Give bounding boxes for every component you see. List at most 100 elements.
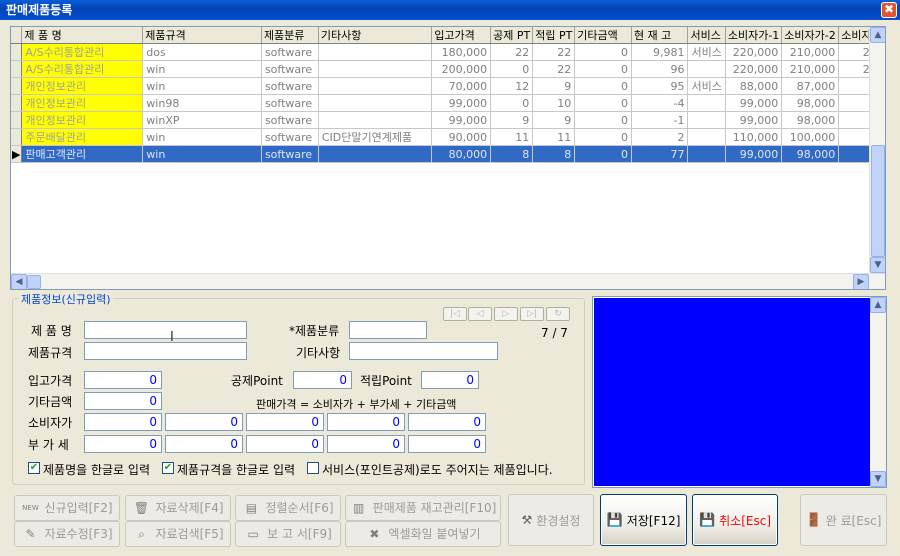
cell-svc[interactable]	[687, 145, 726, 163]
next-record-icon[interactable]: ▷	[494, 307, 518, 321]
cell-note[interactable]	[318, 145, 433, 163]
hangul-name-checkbox[interactable]: ✔	[28, 462, 40, 474]
prev-record-icon[interactable]: ◁	[468, 307, 492, 321]
cell-p2[interactable]: 87,000	[781, 77, 840, 95]
cell-spec[interactable]: win	[142, 60, 262, 78]
stock-management-button[interactable]: ▥ 판매제품 재고관리[F10]	[345, 495, 501, 521]
cell-cat[interactable]: software	[261, 60, 319, 78]
cell-ept[interactable]: 10	[532, 94, 576, 112]
cell-stock[interactable]: -4	[631, 94, 689, 112]
cell-gpt[interactable]: 0	[490, 94, 534, 112]
cell-stock[interactable]: -1	[631, 111, 689, 129]
column-header[interactable]: 서비스	[687, 27, 726, 44]
horizontal-scrollbar[interactable]: ◀ ▶	[11, 273, 885, 289]
cell-p1[interactable]: 220,000	[725, 60, 783, 78]
cell-spec[interactable]: win	[142, 128, 262, 146]
column-header[interactable]: 제 품 명	[21, 27, 144, 44]
cell-svc[interactable]	[687, 111, 726, 129]
cell-p1[interactable]: 88,000	[725, 77, 783, 95]
delete-button[interactable]: 🗑 자료삭제[F4]	[125, 495, 231, 521]
cell-ept[interactable]: 22	[532, 60, 576, 78]
table-row[interactable]: 주문배달관리 win software CID단말기연계제품 90,000 11 11 0 2 1…	[11, 128, 885, 146]
in-price-input[interactable]: 0	[84, 371, 162, 389]
last-record-icon[interactable]: ▷|	[520, 307, 544, 321]
cell-note[interactable]	[318, 77, 433, 95]
cell-ept[interactable]: 8	[532, 145, 576, 163]
sort-button[interactable]: ▤ 정렬순서[F6]	[235, 495, 341, 521]
cell-p1[interactable]: 220,000	[725, 43, 783, 61]
cell-gpt[interactable]: 12	[490, 77, 534, 95]
cell-svc[interactable]	[687, 128, 726, 146]
table-row[interactable]: 개인정보관리 winXP software 99,000 9 9 0 -1 99,000 98,0…	[11, 111, 885, 129]
spec-input[interactable]	[84, 342, 247, 360]
row-indicator[interactable]	[11, 60, 23, 78]
consumer-price-1[interactable]: 0	[84, 413, 162, 431]
cell-etc[interactable]: 0	[574, 77, 632, 95]
cell-gpt[interactable]: 22	[490, 43, 534, 61]
cell-in[interactable]: 99,000	[431, 94, 492, 112]
cell-p1[interactable]: 110,000	[725, 128, 783, 146]
cell-ept[interactable]: 9	[532, 77, 576, 95]
cell-svc[interactable]	[687, 94, 726, 112]
cell-gpt[interactable]: 9	[490, 111, 534, 129]
row-indicator[interactable]: ▶	[11, 145, 23, 163]
preview-scroll-down-icon[interactable]: ▼	[870, 471, 886, 487]
cell-stock[interactable]: 77	[631, 145, 689, 163]
cell-stock[interactable]: 96	[631, 60, 689, 78]
row-indicator[interactable]	[11, 111, 23, 129]
cell-cat[interactable]: software	[261, 145, 319, 163]
vat-1[interactable]: 0	[84, 435, 162, 453]
cell-svc[interactable]	[687, 60, 726, 78]
cell-spec[interactable]: winXP	[142, 111, 262, 129]
ept-input[interactable]: 0	[421, 371, 479, 389]
cell-gpt[interactable]: 8	[490, 145, 534, 163]
consumer-price-2[interactable]: 0	[165, 413, 243, 431]
preview-scroll-up-icon[interactable]: ▲	[870, 297, 886, 313]
table-row[interactable]: A/S수리통합관리 dos software 180,000 22 22 0 9,981 서비스…	[11, 43, 885, 61]
cell-ept[interactable]: 11	[532, 128, 576, 146]
cell-cat[interactable]: software	[261, 77, 319, 95]
scroll-down-icon[interactable]: ▼	[870, 257, 885, 273]
horizontal-scroll-thumb[interactable]	[27, 275, 41, 289]
cell-p2[interactable]: 210,000	[781, 60, 840, 78]
column-header[interactable]: 제품분류	[261, 27, 319, 44]
consumer-price-4[interactable]: 0	[327, 413, 405, 431]
cell-p2[interactable]: 98,000	[781, 94, 840, 112]
cell-note[interactable]	[318, 94, 433, 112]
cell-note[interactable]	[318, 111, 433, 129]
cell-in[interactable]: 90,000	[431, 128, 492, 146]
vat-2[interactable]: 0	[165, 435, 243, 453]
cell-etc[interactable]: 0	[574, 43, 632, 61]
cell-in[interactable]: 200,000	[431, 60, 492, 78]
cell-p2[interactable]: 210,000	[781, 43, 840, 61]
cell-spec[interactable]: win	[142, 145, 262, 163]
cell-p1[interactable]: 99,000	[725, 111, 783, 129]
etc-input[interactable]: 0	[84, 392, 162, 410]
vertical-scroll-thumb[interactable]	[871, 145, 885, 257]
row-indicator[interactable]	[11, 77, 23, 95]
table-row[interactable]: A/S수리통합관리 win software 200,000 0 22 0 96 220,000…	[11, 60, 885, 78]
new-entry-button[interactable]: NEW 신규입력[F2]	[14, 495, 120, 521]
vat-5[interactable]: 0	[408, 435, 486, 453]
cell-etc[interactable]: 0	[574, 94, 632, 112]
refresh-icon[interactable]: ↻	[546, 307, 570, 321]
cell-name[interactable]: 주문배달관리	[21, 128, 144, 146]
consumer-price-3[interactable]: 0	[246, 413, 324, 431]
cell-etc[interactable]: 0	[574, 145, 632, 163]
table-row[interactable]: ▶ 판매고객관리 win software 80,000 8 8 0 77 99,000 98,00…	[11, 145, 885, 163]
category-input[interactable]	[349, 321, 427, 339]
first-record-icon[interactable]: |◁	[443, 307, 467, 321]
preview-scrollbar[interactable]: ▲ ▼	[870, 297, 886, 487]
cell-in[interactable]: 70,000	[431, 77, 492, 95]
cell-spec[interactable]: win	[142, 77, 262, 95]
cell-ept[interactable]: 22	[532, 43, 576, 61]
row-indicator[interactable]	[11, 128, 23, 146]
cell-etc[interactable]: 0	[574, 60, 632, 78]
cell-svc[interactable]: 서비스	[687, 77, 726, 95]
column-header[interactable]: 기타금액	[574, 27, 632, 44]
cell-p1[interactable]: 99,000	[725, 94, 783, 112]
cell-name[interactable]: 개인정보관리	[21, 94, 144, 112]
consumer-price-5[interactable]: 0	[408, 413, 486, 431]
column-header[interactable]: 적립 PT	[532, 27, 576, 44]
report-button[interactable]: ▭ 보 고 서[F9]	[235, 521, 341, 547]
